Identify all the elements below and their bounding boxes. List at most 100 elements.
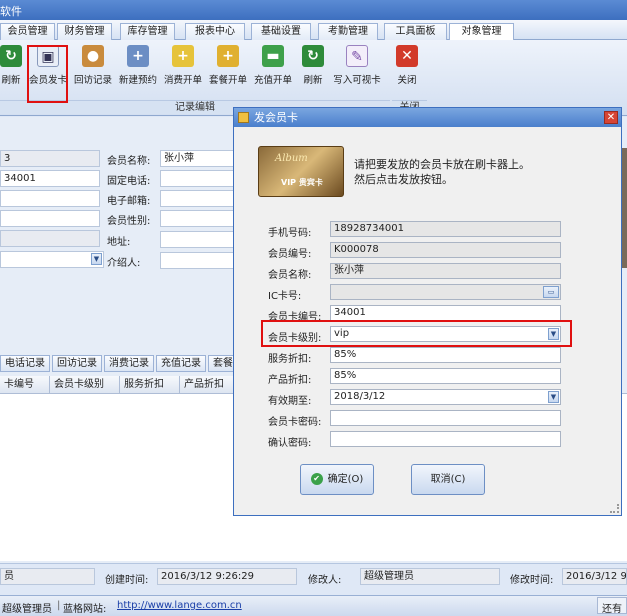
write-card-button[interactable]: ✎ 写入可视卡 [331,45,383,95]
member-name-label: 会员名称: [268,270,312,281]
window-titlebar: 软件 [0,0,627,20]
chevron-down-icon[interactable]: ▼ [91,253,102,265]
package-order-icon: + [217,45,239,67]
close-icon: ✕ [606,112,616,123]
card-script-text: Album [275,153,308,164]
instruction-line-1: 请把要发放的会员卡放在刷卡器上。 [354,158,530,171]
confirm-password-field[interactable] [330,431,561,447]
chevron-down-icon[interactable]: ▼ [548,391,559,403]
recharge-order-icon: ▬ [262,45,284,67]
email-field[interactable] [160,190,235,207]
cancel-label: 取消(C) [430,474,466,485]
cancel-button[interactable]: 取消(C) [411,464,485,495]
landline-field[interactable] [160,170,235,187]
menu-basic-settings[interactable]: 基础设置 [251,23,311,40]
menu-inventory[interactable]: 库存管理 [120,23,175,40]
product-discount-field[interactable]: 85% [330,368,561,384]
window-title: 软件 [0,5,22,18]
gender-label: 会员性别: [107,216,151,227]
referrer-field[interactable] [160,252,235,269]
expiry-date-picker[interactable]: 2018/3/12 ▼ [330,389,561,405]
refresh-button-2[interactable]: ↻ 刷新 [301,45,325,95]
column-card-level[interactable]: 会员卡级别 [50,376,120,393]
vip-card-image: Album VIP 贵宾卡 [258,146,344,197]
menu-member[interactable]: 会员管理 [0,23,55,40]
dialog-titlebar: 发会员卡 [234,108,621,127]
recharge-order-button[interactable]: ▬ 充值开单 [252,45,294,95]
visit-record-icon: ● [82,45,104,67]
new-appointment-icon: + [127,45,149,67]
member-name-label: 会员名称: [107,156,151,167]
ok-button[interactable]: ✔ 确定(O) [300,464,374,495]
ok-label: 确定(O) [327,474,364,485]
gender-field[interactable] [160,210,235,227]
ic-card-field[interactable]: ▭ [330,284,561,300]
tab-phone-records[interactable]: 电话记录 [0,355,50,372]
member-no-field[interactable]: K000078 [330,242,561,258]
close-icon: ✕ [396,45,418,67]
menu-attendance[interactable]: 考勤管理 [318,23,378,40]
member-card-highlight [27,45,68,103]
consume-order-button[interactable]: + 消费开单 [162,45,204,95]
card-level-highlight [261,320,572,347]
created-time-label: 创建时间: [105,575,149,586]
field-5[interactable] [0,230,100,247]
field-4[interactable] [0,210,100,227]
refresh-icon: ↻ [302,45,324,67]
refresh-button[interactable]: ↻ 刷新 [0,45,22,95]
column-card-no[interactable]: 卡编号 [0,376,50,393]
card-password-field[interactable] [330,410,561,426]
tab-recharge-records[interactable]: 充值记录 [156,355,206,372]
member-name-field[interactable]: 张小萍 [330,263,561,279]
dialog-title: 发会员卡 [254,111,298,124]
resize-grip[interactable] [610,504,619,513]
phone-field[interactable]: 18928734001 [330,221,561,237]
column-product-discount[interactable]: 产品折扣 [180,376,235,393]
phone-field[interactable]: 34001 [0,170,100,187]
email-label: 电子邮箱: [107,196,151,207]
tab-consume-records[interactable]: 消费记录 [104,355,154,372]
tab-visit-records[interactable]: 回访记录 [52,355,102,372]
menu-tools[interactable]: 工具面板 [384,23,447,40]
card-vip-text: VIP 贵宾卡 [281,178,323,187]
write-card-icon: ✎ [346,45,368,67]
expiry-label: 有效期至: [268,396,312,407]
new-appointment-button[interactable]: + 新建预约 [117,45,159,95]
field-6-select[interactable]: ▼ [0,251,104,268]
menu-finance[interactable]: 财务管理 [57,23,112,40]
menu-bar: 会员管理 财务管理 库存管理 报表中心 基础设置 考勤管理 工具面板 对象管理 [0,20,627,40]
modified-time-field: 2016/3/12 9: [562,568,627,585]
check-icon: ✔ [310,473,323,485]
package-order-button[interactable]: + 套餐开单 [207,45,249,95]
dialog-app-icon [238,112,249,123]
card-no-field[interactable]: 34001 [330,305,561,321]
right-status: 还有 [597,597,627,615]
modifier-label: 修改人: [308,575,342,586]
dialog-close-button[interactable]: ✕ [604,111,618,124]
card-password-label: 会员卡密码: [268,417,322,428]
visit-record-button[interactable]: ● 回访记录 [72,45,114,95]
field-3[interactable] [0,190,100,207]
expiry-value: 2018/3/12 [334,391,386,402]
created-time-field: 2016/3/12 9:26:29 [157,568,297,585]
column-service-discount[interactable]: 服务折扣 [120,376,180,393]
product-discount-label: 产品折扣: [268,375,312,386]
ic-card-label: IC卡号: [268,291,302,302]
menu-reports[interactable]: 报表中心 [185,23,245,40]
member-name-field[interactable]: 张小萍 [160,150,235,167]
site-link[interactable]: http://www.lange.com.cn [117,600,242,611]
service-discount-label: 服务折扣: [268,354,312,365]
bottom-bar: 超级管理员 | 蓝格网站: http://www.lange.com.cn 还有 [0,595,627,616]
address-field[interactable] [160,231,235,248]
current-user: 超级管理员 [2,604,52,615]
member-no-field[interactable]: 3 [0,150,100,167]
modified-time-label: 修改时间: [510,575,554,586]
service-discount-field[interactable]: 85% [330,347,561,363]
record-status-bar: 员 创建时间: 2016/3/12 9:26:29 修改人: 超级管理员 修改时… [0,563,627,587]
instruction-line-2: 然后点击发放按钮。 [354,173,453,186]
phone-label: 手机号码: [268,228,312,239]
menu-objects[interactable]: 对象管理 [449,23,514,40]
referrer-label: 介绍人: [107,258,141,269]
card-reader-icon[interactable]: ▭ [543,286,559,298]
close-button[interactable]: ✕ 关闭 [395,45,419,95]
